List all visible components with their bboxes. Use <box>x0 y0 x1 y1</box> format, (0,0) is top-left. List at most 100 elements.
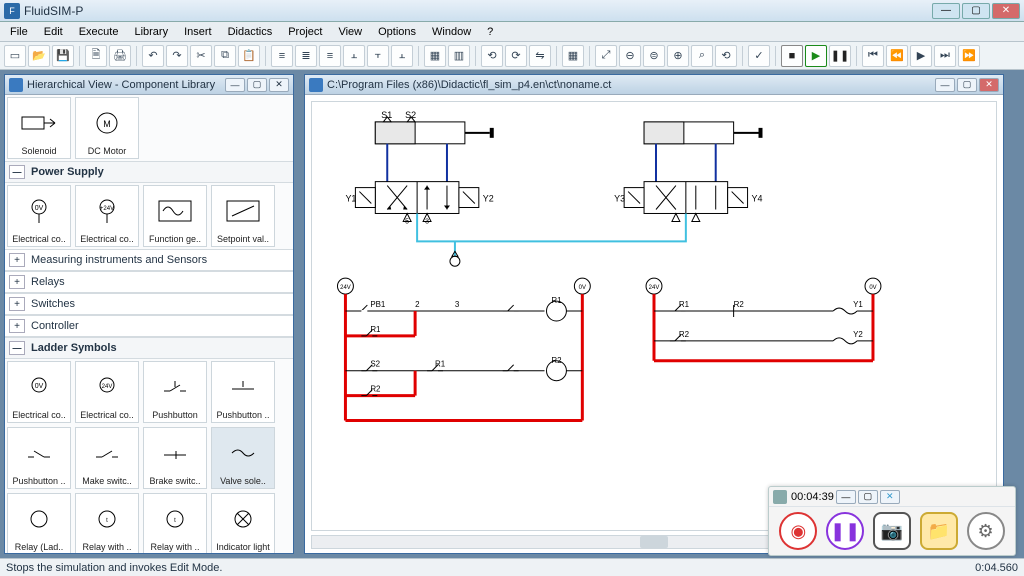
svg-text:0V: 0V <box>579 285 586 291</box>
menu-file[interactable]: File <box>2 24 36 40</box>
cut-icon[interactable]: ✂ <box>190 45 212 67</box>
menu-help[interactable]: ? <box>479 24 501 40</box>
menu-project[interactable]: Project <box>280 24 330 40</box>
undo-icon[interactable]: ↶ <box>142 45 164 67</box>
component-function-gen[interactable]: Function ge.. <box>143 185 207 247</box>
stop-sim-button[interactable]: ■ <box>781 45 803 67</box>
component-pushbutton2[interactable]: Pushbutton .. <box>7 427 71 489</box>
recorder-min[interactable]: — <box>836 490 856 504</box>
mirror-icon[interactable]: ⇋ <box>529 45 551 67</box>
ungroup-icon[interactable]: ▥ <box>448 45 470 67</box>
redo-icon[interactable]: ↷ <box>166 45 188 67</box>
open-folder-button[interactable]: 📁 <box>920 512 958 550</box>
zoom-fit-icon[interactable]: ⤢ <box>595 45 617 67</box>
panel-close-button[interactable]: ✕ <box>269 78 289 92</box>
menu-library[interactable]: Library <box>126 24 176 40</box>
component-ladder-0v[interactable]: 0VElectrical co.. <box>7 361 71 423</box>
align-top-icon[interactable]: ⫠ <box>343 45 365 67</box>
recorder-pause-button[interactable]: ❚❚ <box>826 512 864 550</box>
zoom-prev-icon[interactable]: ⟲ <box>715 45 737 67</box>
paste-icon[interactable]: 📋 <box>238 45 260 67</box>
menu-execute[interactable]: Execute <box>71 24 127 40</box>
menu-edit[interactable]: Edit <box>36 24 71 40</box>
screenshot-button[interactable]: 📷 <box>873 512 911 550</box>
print-preview-icon[interactable]: 🗎 <box>85 45 107 67</box>
check-icon[interactable]: ✓ <box>748 45 770 67</box>
component-indicator-light[interactable]: Indicator light <box>211 493 275 553</box>
component-relay-with[interactable]: tRelay with .. <box>75 493 139 553</box>
print-icon[interactable]: 🖨 <box>109 45 131 67</box>
menu-window[interactable]: Window <box>424 24 479 40</box>
rotate-right-icon[interactable]: ⟳ <box>505 45 527 67</box>
section-relays[interactable]: +Relays <box>5 271 293 293</box>
component-valve-solenoid[interactable]: Valve sole.. <box>211 427 275 489</box>
align-right-icon[interactable]: ≡ <box>319 45 341 67</box>
align-bottom-icon[interactable]: ⫠ <box>391 45 413 67</box>
recorder-max[interactable]: ▢ <box>858 490 878 504</box>
component-relay-ladder[interactable]: Relay (Lad.. <box>7 493 71 553</box>
library-panel-title[interactable]: Hierarchical View - Component Library — … <box>5 75 293 95</box>
new-file-icon[interactable]: ▭ <box>4 45 26 67</box>
recorder-time: 00:04:39 <box>791 491 834 503</box>
doc-close-button[interactable]: ✕ <box>979 78 999 92</box>
svg-text:24V: 24V <box>340 285 351 291</box>
align-middle-icon[interactable]: ⫟ <box>367 45 389 67</box>
component-24v[interactable]: +24VElectrical co.. <box>75 185 139 247</box>
component-ladder-24v[interactable]: 24VElectrical co.. <box>75 361 139 423</box>
menu-view[interactable]: View <box>330 24 370 40</box>
grid-icon[interactable]: ▦ <box>562 45 584 67</box>
component-pushbutton[interactable]: Pushbutton <box>143 361 207 423</box>
section-controller[interactable]: +Controller <box>5 315 293 337</box>
menu-options[interactable]: Options <box>370 24 424 40</box>
schematic-canvas[interactable]: S1 S2 <box>311 101 997 531</box>
svg-text:R1: R1 <box>679 300 690 309</box>
align-center-icon[interactable]: ≣ <box>295 45 317 67</box>
zoom-out-icon[interactable]: ⊖ <box>619 45 641 67</box>
play-sim-button[interactable]: ▶ <box>805 45 827 67</box>
maximize-button[interactable]: ▢ <box>962 3 990 19</box>
section-measuring[interactable]: +Measuring instruments and Sensors <box>5 249 293 271</box>
menu-didactics[interactable]: Didactics <box>220 24 281 40</box>
zoom-area-icon[interactable]: ⌕ <box>691 45 713 67</box>
component-solenoid[interactable]: Solenoid <box>7 97 71 159</box>
component-brake-switch[interactable]: Brake switc.. <box>143 427 207 489</box>
close-button[interactable]: ✕ <box>992 3 1020 19</box>
panel-max-button[interactable]: ▢ <box>247 78 267 92</box>
doc-min-button[interactable]: — <box>935 78 955 92</box>
fast-fwd-icon[interactable]: ⏩ <box>958 45 980 67</box>
doc-max-button[interactable]: ▢ <box>957 78 977 92</box>
svg-text:R2: R2 <box>679 330 690 339</box>
zoom-100-icon[interactable]: ⊜ <box>643 45 665 67</box>
open-file-icon[interactable]: 📂 <box>28 45 50 67</box>
recorder-close[interactable]: ✕ <box>880 490 900 504</box>
rotate-left-icon[interactable]: ⟲ <box>481 45 503 67</box>
component-pushbutton-nc[interactable]: Pushbutton .. <box>211 361 275 423</box>
align-left-icon[interactable]: ≡ <box>271 45 293 67</box>
panel-min-button[interactable]: — <box>225 78 245 92</box>
zoom-in-icon[interactable]: ⊕ <box>667 45 689 67</box>
menu-insert[interactable]: Insert <box>176 24 220 40</box>
component-make-switch[interactable]: Make switc.. <box>75 427 139 489</box>
pause-sim-button[interactable]: ❚❚ <box>829 45 851 67</box>
recorder-settings-button[interactable]: ⚙ <box>967 512 1005 550</box>
minimize-button[interactable]: — <box>932 3 960 19</box>
step-play-icon[interactable]: ▶ <box>910 45 932 67</box>
step-forward-icon[interactable]: ⏭ <box>934 45 956 67</box>
cylinder-2 <box>644 122 762 144</box>
document-title-bar[interactable]: C:\Program Files (x86)\Didactic\fl_sim_p… <box>305 75 1003 95</box>
copy-icon[interactable]: ⧉ <box>214 45 236 67</box>
screen-recorder-widget[interactable]: 00:04:39 — ▢ ✕ ◉ ❚❚ 📷 📁 ⚙ <box>768 486 1016 556</box>
svg-text:3: 3 <box>455 300 460 309</box>
group-icon[interactable]: ▦ <box>424 45 446 67</box>
section-switches[interactable]: +Switches <box>5 293 293 315</box>
component-relay-with2[interactable]: tRelay with .. <box>143 493 207 553</box>
section-power-supply[interactable]: —Power Supply <box>5 161 293 183</box>
component-0v[interactable]: 0VElectrical co.. <box>7 185 71 247</box>
step-back-icon[interactable]: ⏪ <box>886 45 908 67</box>
section-ladder[interactable]: —Ladder Symbols <box>5 337 293 359</box>
record-button[interactable]: ◉ <box>779 512 817 550</box>
component-setpoint[interactable]: Setpoint val.. <box>211 185 275 247</box>
save-file-icon[interactable]: 💾 <box>52 45 74 67</box>
component-dc-motor[interactable]: M DC Motor <box>75 97 139 159</box>
rewind-icon[interactable]: ⏮ <box>862 45 884 67</box>
